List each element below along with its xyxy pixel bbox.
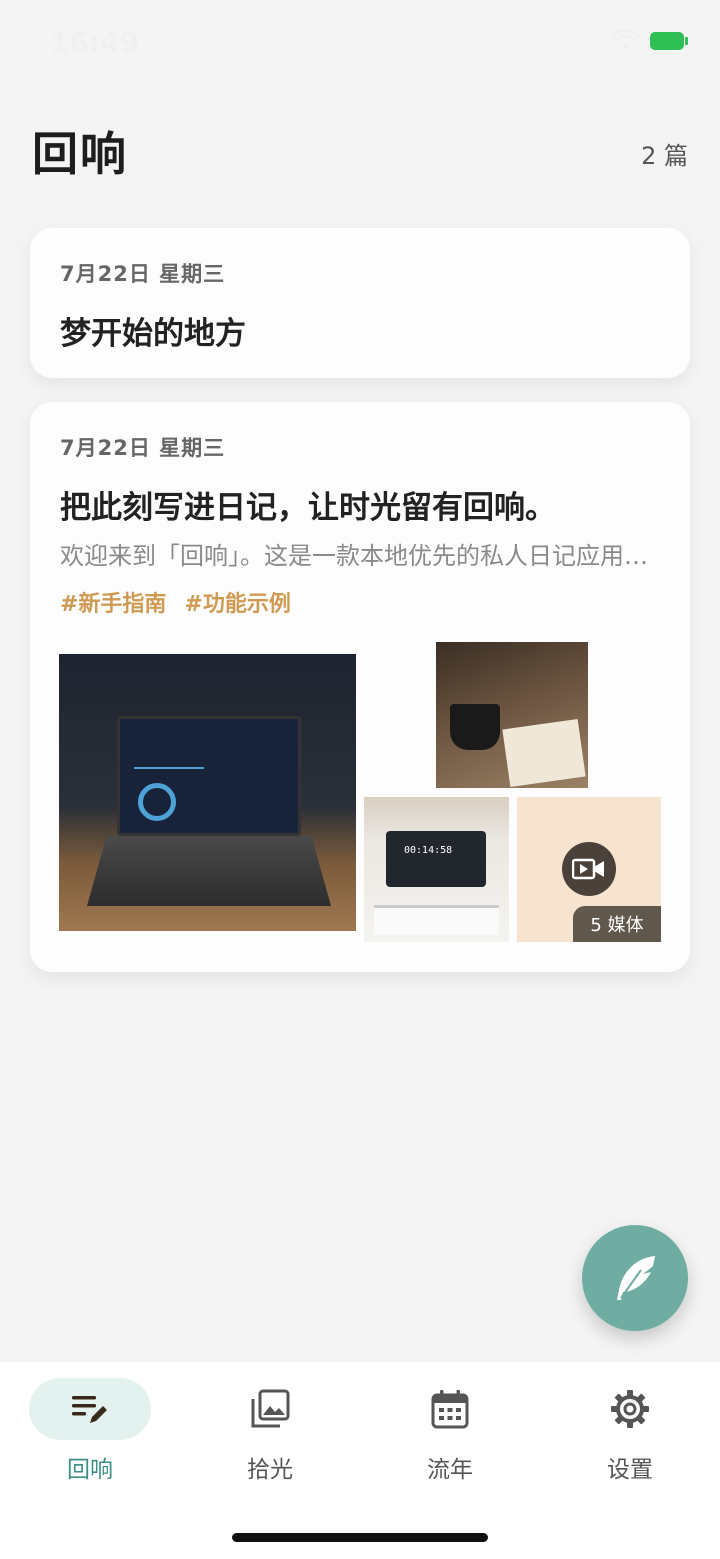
video-camera-icon	[562, 842, 616, 896]
journal-edit-icon	[72, 1396, 107, 1423]
app-screen: 16:49 回响 2 篇 7月22日 星期三 梦开始的地方 7月22日 星期三 …	[0, 0, 720, 1559]
tab-icon-wrap	[29, 1378, 151, 1440]
home-indicator[interactable]	[232, 1533, 488, 1542]
notebook-graphic	[502, 718, 586, 788]
page-title: 回响	[32, 127, 128, 181]
tab-icon-wrap	[209, 1378, 331, 1440]
coffee-cup-graphic	[450, 704, 500, 750]
entry-date: 7月22日 星期三	[60, 436, 226, 460]
tab-bar: 回响 拾光 流年 设置	[0, 1362, 720, 1559]
battery-icon	[650, 32, 688, 50]
entry-excerpt: 欢迎来到「回响」。这是一款本地优先的私人日记应用…	[60, 542, 648, 570]
tab-calendar[interactable]: 流年	[360, 1378, 540, 1488]
feather-icon	[617, 1256, 655, 1300]
media-thumbnail-oven[interactable]	[364, 797, 509, 942]
media-thumbnail-laptop[interactable]	[59, 654, 356, 931]
media-thumbnail-coffee[interactable]	[436, 642, 588, 788]
entry-card[interactable]: 7月22日 星期三 梦开始的地方	[30, 228, 690, 378]
entry-title: 梦开始的地方	[60, 316, 246, 352]
entry-count: 2 篇	[641, 142, 688, 170]
media-count-badge: 5 媒体	[573, 906, 661, 942]
media-thumbnail-video[interactable]: 5 媒体	[517, 797, 661, 942]
status-time: 16:49	[50, 26, 140, 59]
tag[interactable]: #新手指南	[60, 586, 166, 618]
tag[interactable]: #功能示例	[184, 586, 290, 618]
tab-journal[interactable]: 回响	[0, 1378, 180, 1488]
tab-label: 回响	[67, 1457, 113, 1483]
tab-label: 流年	[427, 1457, 473, 1483]
entry-card[interactable]: 7月22日 星期三 把此刻写进日记，让时光留有回响。 欢迎来到「回响」。这是一款…	[30, 402, 690, 972]
entry-title: 把此刻写进日记，让时光留有回响。	[60, 490, 556, 526]
tab-settings[interactable]: 设置	[540, 1378, 720, 1488]
tag-list: #新手指南 #功能示例	[60, 586, 291, 618]
oven-panel-graphic	[386, 831, 486, 887]
gallery-icon	[251, 1389, 290, 1428]
laptop-screen-graphic	[117, 716, 301, 836]
gear-icon	[611, 1390, 649, 1428]
tab-label: 拾光	[247, 1457, 293, 1483]
new-entry-button[interactable]	[582, 1225, 688, 1331]
tab-icon-wrap	[389, 1378, 511, 1440]
calendar-icon	[431, 1390, 469, 1429]
laptop-base-graphic	[87, 836, 331, 906]
oven-door-graphic	[374, 905, 499, 935]
tab-label: 设置	[607, 1457, 653, 1483]
status-icons	[612, 30, 688, 52]
tab-gallery[interactable]: 拾光	[180, 1378, 360, 1488]
wifi-icon	[612, 30, 640, 50]
tab-icon-wrap	[569, 1378, 691, 1440]
entry-date: 7月22日 星期三	[60, 262, 226, 286]
